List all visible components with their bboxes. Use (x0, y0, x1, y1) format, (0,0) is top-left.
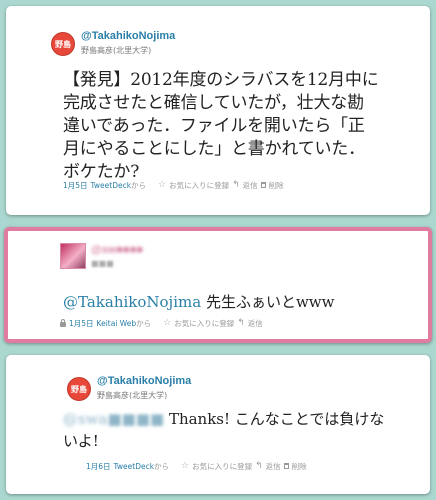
tweet-card-2: @sw■■■■ ■■■ @TakahikoNojima 先生ふぁいとwww 1月… (4, 227, 432, 343)
mention-link[interactable]: @swa■■■■ (63, 410, 164, 428)
avatar[interactable]: 野島 (67, 377, 91, 401)
reply-button[interactable]: 返信 (243, 180, 258, 191)
favorite-button[interactable]: お気に入りに登録 (169, 180, 229, 191)
source-link[interactable]: Keitai Web (97, 319, 137, 328)
tweet-meta: 1月5日 TweetDeck から ☆ お気に入りに登録 ↰ 返信 削除 (63, 178, 284, 192)
favorite-button[interactable]: お気に入りに登録 (174, 318, 234, 329)
reply-button[interactable]: 返信 (248, 318, 263, 329)
tweet-line: いよ! (63, 432, 99, 450)
tweet-line: 完成させたと確信していたが，壮大な勘 (63, 93, 364, 113)
source-suffix: から (131, 180, 147, 190)
trash-icon[interactable] (260, 182, 266, 188)
delete-button[interactable]: 削除 (269, 180, 284, 191)
tweet-text: 【発見】2012年度のシラバスを12月中に 完成させたと確信していたが，壮大な勘… (63, 69, 416, 184)
user-fullname: ■■■ (91, 259, 114, 268)
reply-icon[interactable]: ↰ (232, 180, 240, 190)
user-fullname: 野島高彦(北里大学) (81, 46, 152, 55)
tweet-line: 【発見】2012年度のシラバスを12月中に (63, 70, 379, 90)
tweet-body: 先生ふぁいとwww (201, 293, 335, 311)
user-handle-link[interactable]: @TakahikoNojima (97, 375, 191, 387)
avatar[interactable] (60, 243, 86, 269)
star-icon[interactable]: ☆ (181, 461, 189, 471)
lock-icon (60, 318, 66, 327)
star-icon[interactable]: ☆ (163, 318, 171, 328)
avatar[interactable]: 野島 (51, 32, 75, 56)
tweet-line: @swa■■■■ Thanks! こんなことでは負けな (63, 408, 416, 430)
timestamp-link[interactable]: 1月5日 (69, 318, 94, 329)
tweet-text: @TakahikoNojima 先生ふぁいとwww (63, 292, 414, 312)
user-handle-link[interactable]: @TakahikoNojima (81, 30, 175, 42)
tweet-meta: 1月5日 Keitai Web から ☆ お気に入りに登録 ↰ 返信 (60, 316, 263, 330)
source-link[interactable]: TweetDeck (91, 181, 132, 190)
source-suffix: から (136, 318, 152, 328)
tweet-line: 違いであった．ファイルを開いたら「正 (63, 116, 365, 136)
favorite-button[interactable]: お気に入りに登録 (192, 461, 252, 472)
reply-button[interactable]: 返信 (266, 461, 281, 472)
mention-link[interactable]: @TakahikoNojima (63, 293, 201, 311)
timestamp-link[interactable]: 1月6日 (86, 461, 111, 472)
source-suffix: から (154, 461, 170, 471)
tweet-body: Thanks! こんなことでは負けな (164, 410, 385, 428)
tweet-card-1: 野島 @TakahikoNojima 野島高彦(北里大学) 【発見】2012年度… (6, 6, 430, 215)
star-icon[interactable]: ☆ (158, 180, 166, 190)
user-fullname: 野島高彦(北里大学) (97, 391, 168, 400)
reply-icon[interactable]: ↰ (237, 318, 245, 328)
trash-icon[interactable] (283, 463, 289, 469)
tweet-text: @swa■■■■ Thanks! こんなことでは負けな いよ! (63, 408, 416, 452)
reply-icon[interactable]: ↰ (255, 461, 263, 471)
user-handle-link[interactable]: @sw■■■■ (91, 244, 143, 256)
tweet-meta: 1月6日 TweetDeck から ☆ お気に入りに登録 ↰ 返信 削除 (86, 459, 307, 473)
tweet-line: 月にやることにした」と書かれていた． (63, 139, 365, 159)
source-link[interactable]: TweetDeck (114, 462, 155, 471)
delete-button[interactable]: 削除 (292, 461, 307, 472)
tweet-card-3: 野島 @TakahikoNojima 野島高彦(北里大学) @swa■■■■ T… (6, 355, 430, 494)
timestamp-link[interactable]: 1月5日 (63, 180, 88, 191)
